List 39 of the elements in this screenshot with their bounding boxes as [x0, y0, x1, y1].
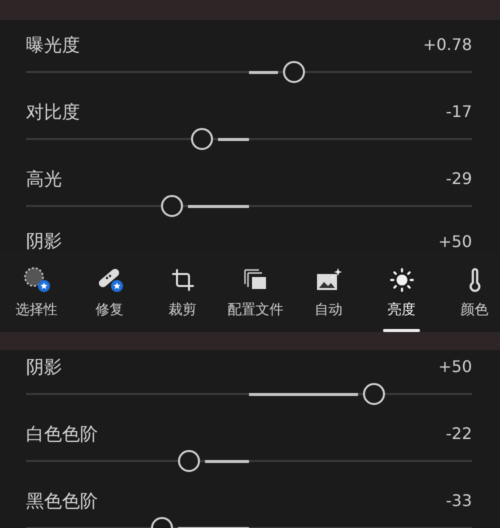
- slider-fill: [204, 460, 249, 463]
- tool-button[interactable]: 配置文件: [219, 253, 292, 332]
- slider-label: 阴影: [26, 356, 62, 378]
- slider-label: 高光: [26, 168, 62, 190]
- slider-value: -22: [446, 424, 472, 443]
- slider-label: 白色色阶: [26, 422, 98, 446]
- slider-value: -17: [446, 102, 472, 121]
- image-sparkle-icon: [314, 267, 342, 293]
- slider-thumb[interactable]: [362, 383, 385, 405]
- slider-value: -29: [446, 169, 472, 188]
- slider-value: +0.78: [422, 35, 472, 54]
- slider-track[interactable]: [26, 450, 472, 472]
- slider-label: 曝光度: [26, 34, 80, 56]
- slider-fill: [218, 138, 249, 141]
- tool-button[interactable]: 亮度: [365, 253, 438, 332]
- tool-button[interactable]: 自动: [292, 253, 365, 332]
- slider-thumb[interactable]: [160, 195, 183, 217]
- slider-value: -33: [446, 491, 472, 510]
- slider-value: +50: [438, 357, 472, 376]
- slider-value: +50: [438, 232, 472, 250]
- slider-track[interactable]: [26, 128, 472, 150]
- slider-thumb[interactable]: [191, 128, 214, 150]
- slider-track[interactable]: [26, 61, 472, 83]
- slider-label: 对比度: [26, 100, 80, 124]
- slider-track[interactable]: [26, 383, 472, 405]
- slider-label: 阴影: [26, 230, 62, 253]
- tool-button[interactable]: 修复: [73, 253, 146, 332]
- tool-button[interactable]: 选择性: [0, 253, 73, 332]
- sun-icon: [388, 267, 414, 293]
- tool-button[interactable]: 裁剪: [146, 253, 219, 332]
- slider-fill: [249, 71, 278, 74]
- slider-fill: [188, 205, 249, 208]
- stacked-squares-icon: [242, 268, 268, 292]
- tool-button[interactable]: 颜色: [438, 253, 500, 332]
- slider-label: 黑色色阶: [26, 490, 98, 512]
- slider-thumb[interactable]: [178, 450, 200, 472]
- crop-icon: [170, 268, 194, 292]
- slider-thumb[interactable]: [282, 61, 305, 83]
- slider-track[interactable]: [26, 195, 472, 217]
